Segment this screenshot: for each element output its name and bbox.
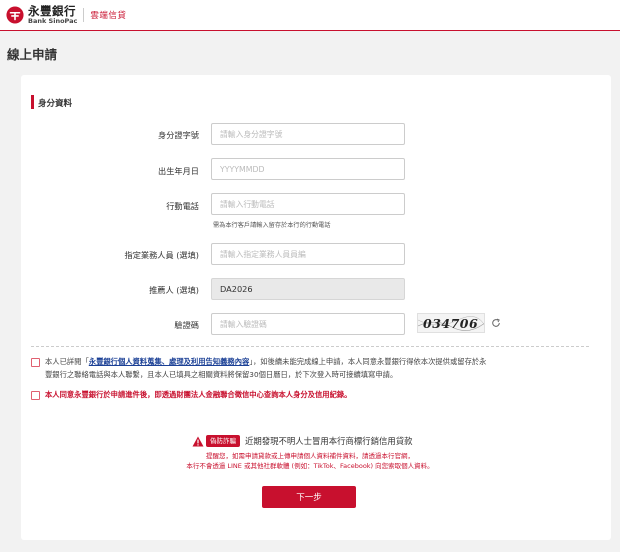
agent-label: 指定業務人員 (選填) (124, 250, 200, 260)
privacy-notice-link[interactable]: 永豐銀行個人資料蒐集、處理及利用告知義務內容 (89, 357, 250, 366)
form-divider (31, 346, 589, 347)
referrer-input (211, 278, 405, 300)
consent-credit-checkbox[interactable] (31, 391, 40, 400)
fraud-warning-line1: 提醒您，如需申請貸款或上傳申請個人資料補件資料，請透過本行官網， (206, 452, 414, 460)
consent-privacy-suffix: 」，如後續未能完成線上申請，本人同意永豐銀行得依本次提供或留存於永 (249, 357, 487, 366)
warning-triangle-icon (192, 436, 204, 446)
fraud-warning-header: 偽防詐騙 近期發現不明人士冒用本行商標行銷信用貸款 (192, 434, 413, 448)
fraud-warning-badge: 偽防詐騙 (206, 435, 240, 447)
consent-privacy-prefix: 本人已詳閱「 (45, 357, 89, 366)
mobile-hint: 需為本行客戶請輸入留存於本行的行動電話 (213, 222, 331, 229)
consent-privacy-line2: 豐銀行之聯絡電話與本人聯繫，且本人已填具之相關資料將保留30個日曆日，於下次登入… (45, 370, 398, 379)
captcha-label: 驗證碼 (174, 320, 199, 330)
product-name: 雲端信貸 (90, 11, 127, 21)
brand-name-cn: 永豐銀行 (28, 3, 76, 18)
agent-input[interactable] (211, 243, 405, 265)
page-title: 線上申請 (7, 47, 58, 62)
bank-logo[interactable]: 永豐銀行 Bank SinoPac 雲端信貸 (6, 4, 126, 26)
top-header: 永豐銀行 Bank SinoPac 雲端信貸 (0, 0, 620, 31)
section-title: 身分資料 (38, 99, 73, 109)
brand-name: 永豐銀行 Bank SinoPac (28, 3, 78, 25)
consent-privacy-checkbox[interactable] (31, 358, 40, 367)
fraud-warning-title: 近期發現不明人士冒用本行商標行銷信用貸款 (245, 436, 413, 446)
id-number-input[interactable] (211, 123, 405, 145)
birth-date-input[interactable] (211, 158, 405, 180)
id-number-label: 身分證字號 (158, 130, 199, 140)
referrer-label: 推薦人 (選填) (149, 285, 199, 295)
captcha-input[interactable] (211, 313, 405, 335)
consent-privacy-text: 本人已詳閱「永豐銀行個人資料蒐集、處理及利用告知義務內容」，如後續未能完成線上申… (45, 355, 486, 381)
consent-credit-text: 本人同意永豐銀行於申請進件後，即透過財團法人金融聯合徵信中心查詢本人身分及信用紀… (45, 390, 352, 399)
refresh-icon[interactable] (491, 318, 501, 328)
logo-divider (83, 8, 85, 22)
mobile-input[interactable] (211, 193, 405, 215)
birth-date-label: 出生年月日 (158, 166, 199, 176)
mobile-label: 行動電話 (166, 201, 199, 211)
fraud-warning-line2: 本行不會透過 LINE 或其他社群軟體 (例如：TikTok、Facebook)… (186, 462, 434, 470)
captcha-text: 034706 (423, 316, 479, 331)
next-step-button[interactable]: 下一步 (262, 486, 356, 508)
sinopac-logo-icon (6, 6, 24, 24)
section-accent-bar (31, 95, 34, 109)
brand-name-en: Bank SinoPac (28, 17, 78, 25)
captcha-image: 034706 (417, 313, 485, 333)
